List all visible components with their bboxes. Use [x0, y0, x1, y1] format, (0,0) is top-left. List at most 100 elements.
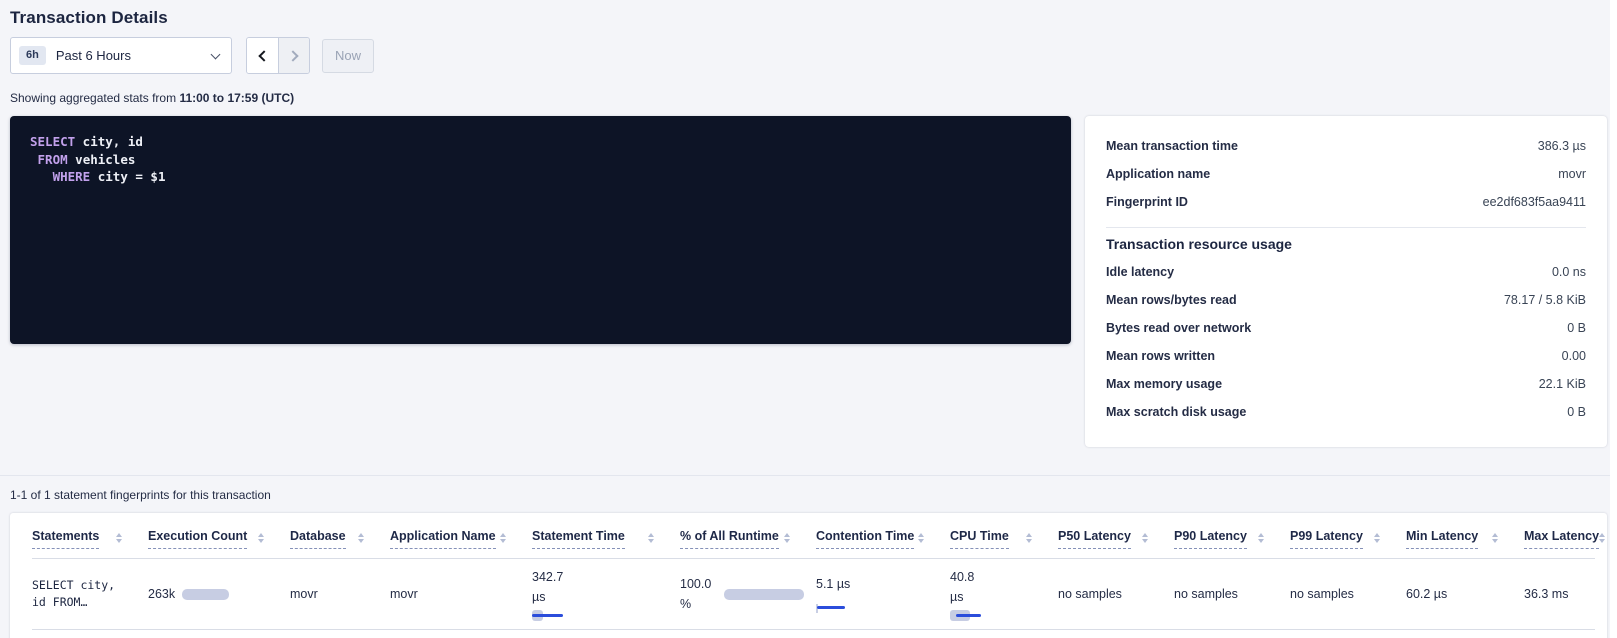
sql-indent: [30, 169, 53, 184]
column-header-p90-latency: P90 Latency: [1174, 513, 1290, 558]
time-range-badge: 6h: [19, 46, 46, 65]
summary-row-application-name: Application name movr: [1106, 160, 1586, 188]
column-header-label[interactable]: Application Name: [390, 529, 496, 549]
sort-icon[interactable]: [1258, 533, 1264, 543]
next-interval-button[interactable]: [278, 38, 309, 73]
kv-label: Max scratch disk usage: [1106, 405, 1246, 419]
kv-value: 78.17 / 5.8 KiB: [1504, 293, 1586, 307]
column-header-statements: Statements: [32, 513, 148, 558]
now-button[interactable]: Now: [322, 39, 374, 73]
kv-value: 386.3 µs: [1538, 139, 1586, 153]
sql-keyword: FROM: [38, 152, 68, 167]
cpu-time-bar: [950, 610, 996, 621]
column-header-label[interactable]: Max Latency: [1524, 529, 1599, 549]
resource-row-mean-rows-bytes-read: Mean rows/bytes read 78.17 / 5.8 KiB: [1106, 286, 1586, 314]
sort-icon[interactable]: [918, 533, 924, 543]
cell-database: movr: [290, 579, 390, 609]
sort-icon[interactable]: [258, 533, 264, 543]
cell-p50-latency: no samples: [1058, 579, 1174, 609]
sql-line: FROM vehicles: [30, 151, 1051, 169]
cpu-time-bar-line: [956, 614, 981, 617]
cell-p90-latency: no samples: [1174, 579, 1290, 609]
section-divider: [0, 475, 1617, 476]
cell-p99-latency: no samples: [1290, 579, 1406, 609]
column-header-label[interactable]: Statement Time: [532, 529, 625, 549]
percent-runtime-value: 100.0 %: [680, 574, 722, 614]
sort-icon[interactable]: [358, 533, 364, 543]
statement-fingerprint-link[interactable]: SELECT city, id FROM…: [32, 569, 148, 619]
sort-icon[interactable]: [1492, 533, 1498, 543]
column-header-label[interactable]: Database: [290, 529, 346, 549]
kv-label: Max memory usage: [1106, 377, 1222, 391]
sql-keyword: WHERE: [53, 169, 91, 184]
kv-label: Application name: [1106, 167, 1210, 181]
sort-icon[interactable]: [500, 533, 506, 543]
resource-row-mean-rows-written: Mean rows written 0.00: [1106, 342, 1586, 370]
resource-usage-title: Transaction resource usage: [1106, 236, 1586, 252]
column-header-label[interactable]: P90 Latency: [1174, 529, 1247, 549]
resource-row-idle-latency: Idle latency 0.0 ns: [1106, 258, 1586, 286]
statement-time-bar-line: [532, 614, 563, 617]
time-controls: 6h Past 6 Hours Now: [10, 37, 1607, 74]
time-range-label: Past 6 Hours: [56, 48, 212, 63]
statement-line: id FROM…: [32, 594, 148, 611]
column-header-label[interactable]: P50 Latency: [1058, 529, 1131, 549]
column-header-contention-time: Contention Time: [816, 513, 950, 558]
page-title: Transaction Details: [10, 0, 1607, 28]
kv-label: Mean rows/bytes read: [1106, 293, 1237, 307]
column-header-label[interactable]: Execution Count: [148, 529, 247, 549]
column-header-label[interactable]: Contention Time: [816, 529, 914, 549]
sql-text: city, id: [75, 134, 143, 149]
column-header-min-latency: Min Latency: [1406, 513, 1524, 558]
time-range-dropdown[interactable]: 6h Past 6 Hours: [10, 37, 232, 74]
column-header-application-name: Application Name: [390, 513, 532, 558]
sql-statement-box: SELECT city, id FROM vehicles WHERE city…: [10, 116, 1071, 344]
kv-label: Mean rows written: [1106, 349, 1215, 363]
sort-icon[interactable]: [1142, 533, 1148, 543]
kv-value: ee2df683f5aa9411: [1483, 195, 1586, 209]
sql-line: WHERE city = $1: [30, 168, 1051, 186]
statements-table-header: Statements Execution Count Database Appl…: [32, 513, 1595, 559]
execution-count-value: 263k: [148, 587, 175, 601]
cell-application-name: movr: [390, 579, 532, 609]
sort-icon[interactable]: [784, 533, 790, 543]
cpu-time-value: 40.8 µs: [950, 567, 984, 607]
cell-max-latency: 36.3 ms: [1524, 579, 1595, 609]
cell-execution-count: 263k: [148, 579, 290, 609]
kv-value: 0 B: [1567, 405, 1586, 419]
summary-row-fingerprint-id: Fingerprint ID ee2df683f5aa9411: [1106, 188, 1586, 216]
kv-value: 0.0 ns: [1552, 265, 1586, 279]
aggregated-stats-note: Showing aggregated stats from 11:00 to 1…: [10, 91, 1607, 105]
cell-contention-time: 5.1 µs: [816, 566, 950, 622]
column-header-label[interactable]: CPU Time: [950, 529, 1009, 549]
statement-time-bar: [532, 610, 574, 621]
fingerprints-count-note: 1-1 of 1 statement fingerprints for this…: [10, 488, 1607, 502]
column-header-label[interactable]: % of All Runtime: [680, 529, 779, 549]
chevron-right-icon: [287, 50, 298, 61]
percent-runtime-bar: [724, 589, 804, 600]
previous-interval-button[interactable]: [247, 38, 278, 73]
kv-label: Mean transaction time: [1106, 139, 1238, 153]
sql-text: city = $1: [90, 169, 165, 184]
contention-time-value: 5.1 µs: [816, 574, 950, 594]
sort-icon[interactable]: [1599, 533, 1605, 543]
aggregated-stats-prefix: Showing aggregated stats from: [10, 91, 179, 105]
statement-time-value: 342.7 µs: [532, 567, 574, 607]
sort-icon[interactable]: [1374, 533, 1380, 543]
column-header-label[interactable]: P99 Latency: [1290, 529, 1363, 549]
aggregated-stats-range: 11:00 to 17:59 (UTC): [179, 91, 294, 105]
kv-label: Idle latency: [1106, 265, 1174, 279]
scrollbar-track[interactable]: [1610, 0, 1617, 638]
sort-icon[interactable]: [648, 533, 654, 543]
column-header-label[interactable]: Min Latency: [1406, 529, 1478, 549]
column-header-database: Database: [290, 513, 390, 558]
sql-line: SELECT city, id: [30, 133, 1051, 151]
column-header-label[interactable]: Statements: [32, 529, 99, 549]
statement-line: SELECT city,: [32, 577, 148, 594]
resource-row-max-memory-usage: Max memory usage 22.1 KiB: [1106, 370, 1586, 398]
sort-icon[interactable]: [1026, 533, 1032, 543]
sort-icon[interactable]: [116, 533, 122, 543]
column-header-p50-latency: P50 Latency: [1058, 513, 1174, 558]
sql-indent: [30, 152, 38, 167]
transaction-summary-panel: Mean transaction time 386.3 µs Applicati…: [1085, 116, 1607, 447]
